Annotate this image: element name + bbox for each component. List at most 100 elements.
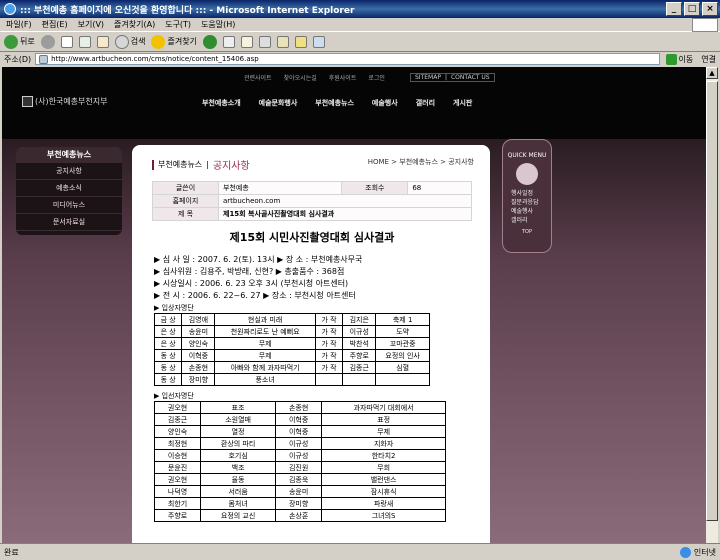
table-cell: 손상훈 xyxy=(275,509,323,522)
util-link-login[interactable]: 로그인 xyxy=(368,73,385,82)
table-cell: 가 작 xyxy=(314,325,344,338)
table-cell: 이혁중 xyxy=(181,349,216,362)
entry-row: 권오현 율동 김종욱 밸런댄스 xyxy=(153,473,446,486)
address-input[interactable]: http://www.artbucheon.com/cms/notice/con… xyxy=(35,53,660,65)
views-value: 68 xyxy=(407,181,472,195)
gnb-events[interactable]: 예술문화행사 xyxy=(259,98,298,108)
table-cell: 무제 xyxy=(321,425,446,438)
gnb-gallery[interactable]: 갤러리 xyxy=(416,98,435,108)
back-arrow-icon xyxy=(4,34,18,49)
entry-row: 최정현 환상의 파티 이규성 지화자 xyxy=(153,437,446,450)
favorites-button[interactable]: 즐겨찾기 xyxy=(151,34,197,49)
table-cell: 이혁중 xyxy=(275,425,323,438)
go-button[interactable]: 이동 xyxy=(665,53,693,65)
table-cell: 한타치2 xyxy=(321,449,446,462)
close-button[interactable]: × xyxy=(702,2,718,16)
table-cell: 아빠와 함께 과자따먹기 xyxy=(214,361,316,374)
scroll-up-button[interactable]: ▲ xyxy=(706,67,718,79)
site-logo[interactable]: (사)한국예총부천지부 xyxy=(22,96,107,107)
back-button[interactable]: 뒤로 xyxy=(4,34,35,49)
menu-view[interactable]: 보기(V) xyxy=(78,19,104,30)
side-nav-docs[interactable]: 문서자료실 xyxy=(16,214,122,231)
meta-line: ▶ 전 시 : 2006. 6. 22~6. 27 ▶ 장소 : 부천시청 아트… xyxy=(154,291,356,300)
menu-favorites[interactable]: 즐겨찾기(A) xyxy=(114,19,155,30)
edit-icon[interactable] xyxy=(276,35,289,48)
section-heading: 부천예총뉴스 | 공지사항 xyxy=(152,157,250,172)
entry-row: 김종근 소원열매 이혁중 표정 xyxy=(153,413,446,426)
gnb-art[interactable]: 예술행사 xyxy=(372,98,398,108)
side-nav-media[interactable]: 미디어뉴스 xyxy=(16,197,122,214)
table-cell: 무희 xyxy=(321,461,446,474)
stop-icon[interactable] xyxy=(60,35,73,48)
table-cell: 문윤진 xyxy=(153,461,202,474)
refresh-icon[interactable] xyxy=(78,35,91,48)
global-nav: 부천예총소개 예술문화행사 부천예총뉴스 예술행사 갤러리 게시판 xyxy=(202,98,472,108)
quick-gallery[interactable]: 갤러리 xyxy=(503,216,551,225)
gnb-board[interactable]: 게시판 xyxy=(453,98,472,108)
winner-row: 은 상 송윤미 천원짜리로도 난 예뻐요 가 작 이규성 도약 xyxy=(153,325,430,338)
maximize-button[interactable]: □ xyxy=(684,2,700,16)
heading-section: 부천예총뉴스 xyxy=(158,160,203,169)
status-bar: 완료 인터넷 xyxy=(0,543,720,560)
quick-qna[interactable]: 질문과응답 xyxy=(503,198,551,207)
top-button[interactable]: TOP xyxy=(503,229,551,235)
menu-help[interactable]: 도움말(H) xyxy=(201,19,235,30)
meta-line: ▶ 심 사 일 : 2007. 6. 2(토). 13시 ▶ 장 소 : 부천예… xyxy=(154,255,363,264)
table-cell: 김지은 xyxy=(342,313,377,326)
home-icon[interactable] xyxy=(96,35,109,48)
links-button[interactable]: 연결 xyxy=(701,54,716,65)
mail-icon[interactable] xyxy=(240,35,253,48)
table-cell: 요정의 인사 xyxy=(375,349,430,362)
table-cell: 몸처녀 xyxy=(200,497,277,510)
entry-row: 나덕영 서러움 송윤미 잠시휴식 xyxy=(153,485,446,498)
quick-schedule[interactable]: 행사일정 xyxy=(503,189,551,198)
winner-row: 은 상 양인숙 무제 가 작 박찬석 꼬마관중 xyxy=(153,337,430,350)
status-text: 완료 xyxy=(4,547,19,557)
table-cell: 주향로 xyxy=(153,509,202,522)
menu-edit[interactable]: 편집(E) xyxy=(42,19,68,30)
table-cell: 그녀의S xyxy=(321,509,446,522)
forward-arrow-icon xyxy=(40,34,55,49)
table-cell: 최정현 xyxy=(153,437,202,450)
media-icon[interactable] xyxy=(202,34,217,49)
post-info-table: 글쓴이 부천예총 조회수 68 홈페이지 artbucheon.com 제 목 … xyxy=(152,181,472,221)
folder-icon[interactable] xyxy=(294,35,307,48)
util-link-sponsors[interactable]: 후원사이트 xyxy=(329,73,357,82)
forward-button[interactable] xyxy=(40,34,55,49)
util-link-related[interactable]: 관련사이트 xyxy=(244,73,272,82)
toolbar: 뒤로 검색 즐겨찾기 xyxy=(0,32,720,52)
scroll-thumb[interactable] xyxy=(706,81,718,521)
side-nav-news[interactable]: 예총소식 xyxy=(16,180,122,197)
heading-current: 공지사항 xyxy=(212,161,250,172)
history-icon[interactable] xyxy=(222,35,235,48)
entry-row: 이승현 호기심 이규성 한타치2 xyxy=(153,449,446,462)
winner-row: 동 상 손종현 아빠와 함께 과자따먹기 가 작 김종근 심혈 xyxy=(153,361,430,374)
table-cell: 동 상 xyxy=(153,373,183,386)
subject-label: 제 목 xyxy=(152,207,219,221)
meta-line: ▶ 시상일시 : 2006. 6. 23 오후 3시 (부천시청 아트센터) xyxy=(154,279,349,288)
sitemap-link[interactable]: SITEMAP xyxy=(415,74,441,81)
menu-tools[interactable]: 도구(T) xyxy=(165,19,191,30)
gnb-news[interactable]: 부천예총뉴스 xyxy=(315,98,354,108)
breadcrumb: HOME > 부천예총뉴스 > 공지사항 xyxy=(367,158,474,166)
messenger-icon[interactable] xyxy=(312,35,325,48)
table-cell: 가 작 xyxy=(314,337,344,350)
gnb-about[interactable]: 부천예총소개 xyxy=(202,98,241,108)
table-cell: 이승현 xyxy=(153,449,202,462)
quick-menu: QUICK MENU 행사일정 질문과응답 예술행사 갤러리 TOP xyxy=(502,139,552,253)
minimize-button[interactable]: _ xyxy=(666,2,682,16)
homepage-value[interactable]: artbucheon.com xyxy=(218,194,472,208)
search-button[interactable]: 검색 xyxy=(114,34,145,49)
util-link-directions[interactable]: 찾아오시는길 xyxy=(284,73,317,82)
table-cell: 호기심 xyxy=(200,449,277,462)
quick-art[interactable]: 예술행사 xyxy=(503,207,551,216)
side-nav-notice[interactable]: 공지사항 xyxy=(16,163,122,180)
table-cell xyxy=(375,373,430,386)
utility-links: 관련사이트 찾아오시는길 후원사이트 로그인 xyxy=(244,73,385,82)
menu-file[interactable]: 파일(F) xyxy=(6,19,32,30)
vertical-scrollbar[interactable]: ▲ xyxy=(706,67,718,543)
table-cell: 금 상 xyxy=(153,313,183,326)
contact-link[interactable]: CONTACT US xyxy=(451,74,490,81)
entry-row: 권오현 표조 손종현 과자따먹기 대회에서 xyxy=(153,401,446,414)
print-icon[interactable] xyxy=(258,35,271,48)
